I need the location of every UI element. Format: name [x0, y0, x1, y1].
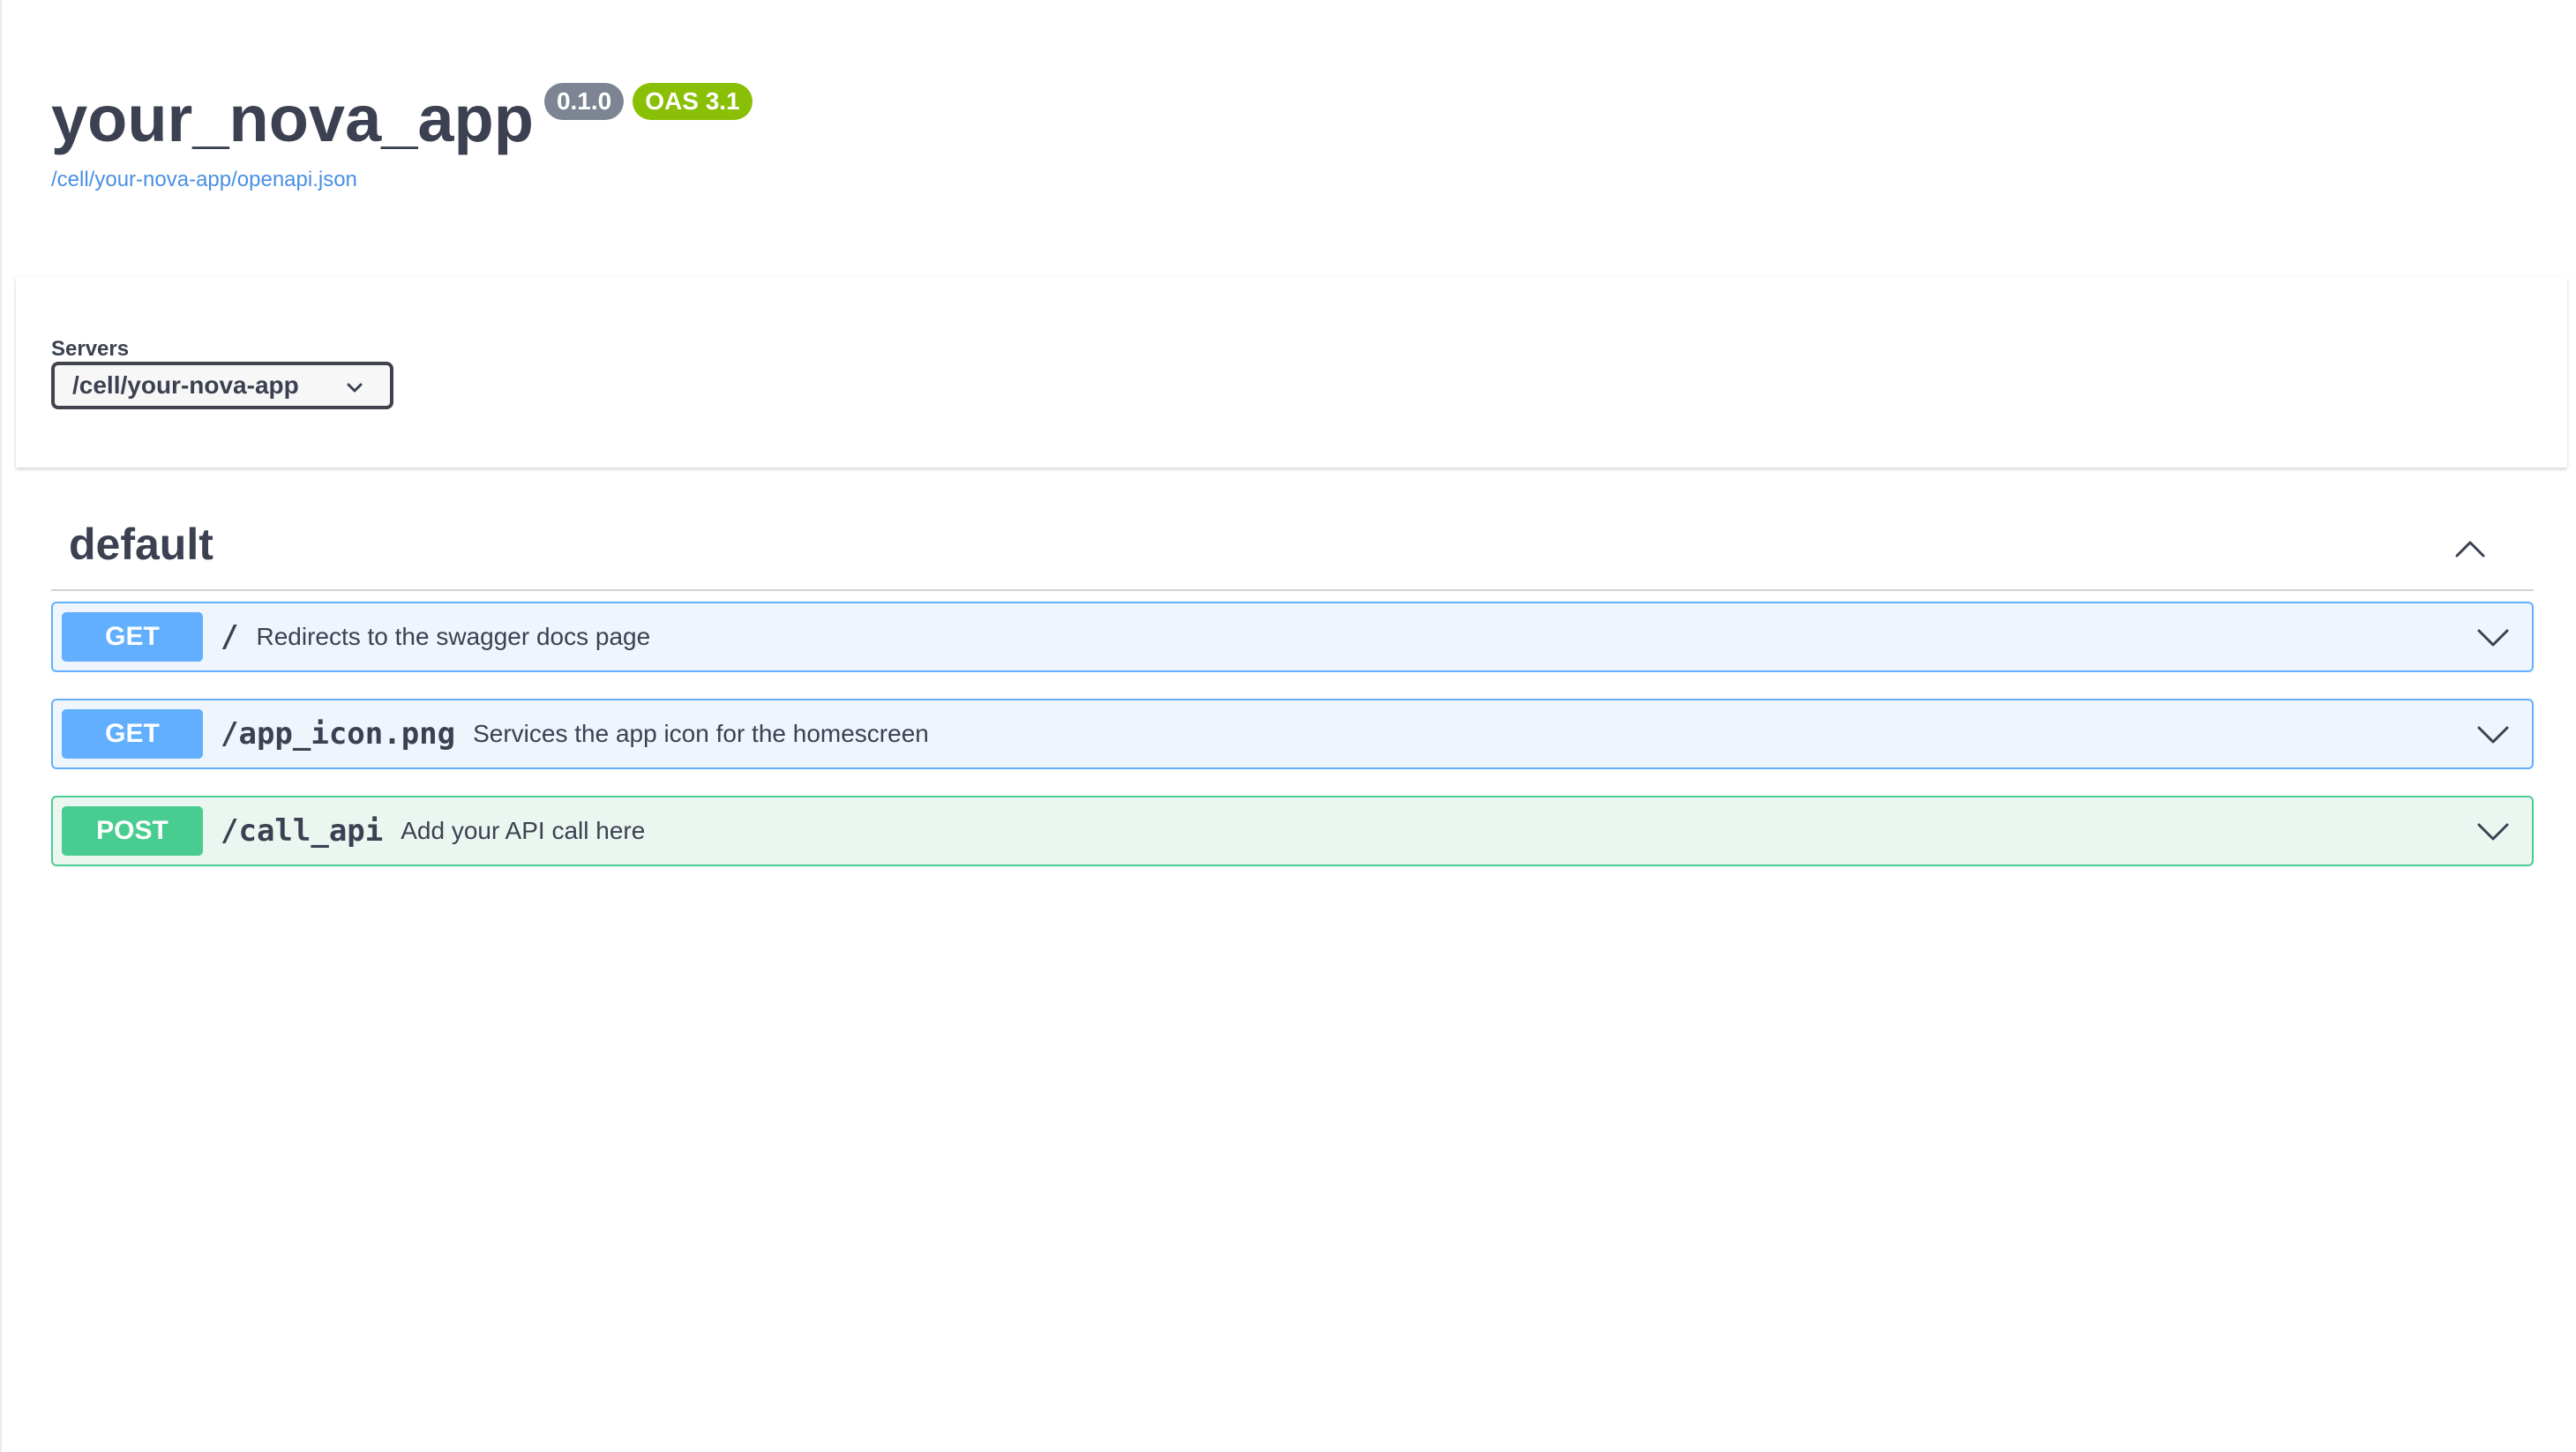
chevron-down-icon[interactable]: [2475, 817, 2511, 849]
operation-post-call-api[interactable]: POST /call_api Add your API call here: [51, 796, 2534, 866]
operation-get-root[interactable]: GET / Redirects to the swagger docs page: [51, 602, 2534, 672]
swagger-ui-page: your_nova_app 0.1.0 OAS 3.1 /cell/your-n…: [0, 0, 2576, 1452]
method-badge: GET: [62, 612, 203, 662]
servers-label: Servers: [51, 337, 130, 361]
tag-title: default: [69, 520, 213, 569]
operation-summary: Redirects to the swagger docs page: [256, 623, 651, 650]
servers-select[interactable]: /cell/your-nova-app: [51, 362, 393, 409]
version-badge: 0.1.0: [543, 83, 625, 120]
servers-select-value: /cell/your-nova-app: [72, 371, 299, 399]
chevron-up-icon[interactable]: [2452, 531, 2488, 566]
method-badge: POST: [62, 806, 203, 856]
chevron-down-icon: [347, 383, 363, 393]
operation-path: /: [221, 619, 239, 655]
operation-path: /app_icon.png: [221, 716, 456, 752]
page-left-border: [0, 0, 2, 1452]
operation-path: /call_api: [221, 813, 384, 849]
api-info: your_nova_app 0.1.0 OAS 3.1 /cell/your-n…: [51, 71, 753, 192]
operation-summary: Add your API call here: [401, 817, 646, 844]
title-row: your_nova_app 0.1.0 OAS 3.1: [51, 71, 753, 168]
chevron-down-icon[interactable]: [2475, 623, 2511, 655]
chevron-down-icon[interactable]: [2475, 720, 2511, 752]
method-badge: GET: [62, 709, 203, 759]
operation-summary: Services the app icon for the homescreen: [473, 720, 929, 747]
servers-panel: Servers /cell/your-nova-app: [16, 277, 2567, 468]
tag-section-header[interactable]: default: [51, 515, 2534, 591]
api-title: your_nova_app: [51, 82, 534, 155]
openapi-json-link[interactable]: /cell/your-nova-app/openapi.json: [51, 168, 753, 192]
operation-get-app-icon[interactable]: GET /app_icon.png Services the app icon …: [51, 699, 2534, 769]
oas-badge: OAS 3.1: [633, 83, 753, 120]
